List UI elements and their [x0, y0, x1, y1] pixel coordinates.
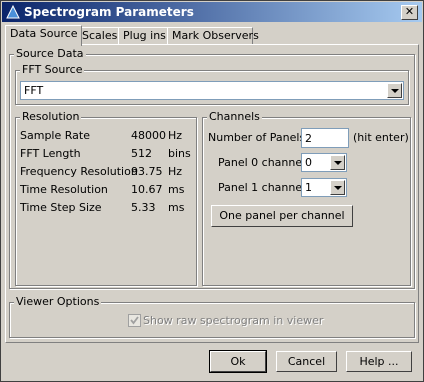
button-label: Cancel [287, 355, 326, 368]
show-raw-spectrogram-checkbox[interactable] [128, 314, 141, 327]
dialog-window: Spectrogram Parameters ✕ Data Source Sca… [0, 0, 424, 382]
fft-source-legend: FFT Source [20, 63, 85, 76]
panel-1-channel-value: 1 [305, 181, 312, 194]
time-resolution-unit: ms [168, 183, 185, 196]
resolution-legend: Resolution [20, 110, 82, 123]
show-raw-spectrogram-label: Show raw spectrogram in viewer [143, 314, 324, 327]
source-data-group: Source Data FFT Source FFT Resolution Sa… [9, 47, 415, 289]
button-label: Help ... [359, 355, 399, 368]
panel-0-dropdown-button[interactable] [330, 155, 345, 170]
sample-rate-unit: Hz [168, 129, 183, 142]
chevron-down-icon [334, 186, 342, 190]
resolution-group: Resolution Sample Rate 48000 Hz FFT Leng… [15, 110, 197, 286]
button-label: One panel per channel [219, 209, 345, 222]
fft-source-dropdown-button[interactable] [387, 83, 402, 98]
title-bar[interactable]: Spectrogram Parameters ✕ [2, 2, 422, 22]
hit-enter-hint: (hit enter) [353, 131, 409, 144]
tab-label: Data Source [10, 27, 78, 40]
fft-source-group: FFT Source FFT [15, 63, 409, 105]
chevron-down-icon [334, 161, 342, 165]
viewer-options-group: Viewer Options Show raw spectrogram in v… [9, 295, 415, 338]
chevron-down-icon [391, 89, 399, 93]
sample-rate-label: Sample Rate [20, 129, 90, 142]
tab-scales[interactable]: Scales [77, 27, 121, 45]
time-step-size-unit: ms [168, 201, 185, 214]
help-button[interactable]: Help ... [346, 351, 412, 372]
fft-source-value: FFT [24, 84, 44, 97]
time-resolution-value: 10.67 [131, 183, 163, 196]
data-source-panel: Source Data FFT Source FFT Resolution Sa… [5, 44, 419, 343]
app-icon [5, 4, 21, 20]
channels-legend: Channels [207, 110, 262, 123]
fft-length-value: 512 [131, 147, 152, 160]
frequency-resolution-value: 93.75 [131, 165, 163, 178]
fft-source-select[interactable]: FFT [20, 81, 404, 100]
close-button[interactable]: ✕ [401, 5, 418, 20]
tab-mark-observers[interactable]: Mark Observers [167, 27, 259, 45]
viewer-options-legend: Viewer Options [14, 295, 102, 308]
frequency-resolution-unit: Hz [168, 165, 183, 178]
time-step-size-label: Time Step Size [20, 201, 102, 214]
source-data-legend: Source Data [14, 47, 86, 60]
window-title: Spectrogram Parameters [24, 5, 194, 19]
ok-button[interactable]: Ok [209, 350, 267, 373]
close-icon: ✕ [404, 5, 415, 18]
tab-label: Scales [82, 29, 118, 42]
panel-1-channel-select[interactable]: 1 [301, 178, 347, 197]
sample-rate-value: 48000 [131, 129, 166, 142]
panel-0-channel-value: 0 [305, 156, 312, 169]
fft-length-unit: bins [168, 147, 191, 160]
number-of-panels-label: Number of Panels [208, 131, 306, 144]
frequency-resolution-label: Frequency Resolution [20, 165, 138, 178]
number-of-panels-field[interactable] [302, 129, 348, 147]
checkmark-icon [130, 316, 139, 325]
fft-length-label: FFT Length [20, 147, 81, 160]
panel-0-channel-label: Panel 0 channel [218, 156, 306, 169]
panel-1-channel-label: Panel 1 channel [218, 181, 306, 194]
tab-label: Plug ins [123, 29, 166, 42]
cancel-button[interactable]: Cancel [276, 351, 337, 372]
panel-1-dropdown-button[interactable] [330, 180, 345, 195]
time-resolution-label: Time Resolution [20, 183, 108, 196]
channels-group: Channels Number of Panels (hit enter) Pa… [202, 110, 411, 286]
button-label: Ok [230, 355, 246, 368]
time-step-size-value: 5.33 [131, 201, 156, 214]
tab-data-source[interactable]: Data Source [5, 25, 82, 46]
one-panel-per-channel-button[interactable]: One panel per channel [211, 205, 353, 227]
tab-plug-ins[interactable]: Plug ins [118, 27, 171, 45]
number-of-panels-input[interactable] [301, 128, 349, 148]
tab-label: Mark Observers [172, 29, 259, 42]
panel-0-channel-select[interactable]: 0 [301, 153, 347, 172]
